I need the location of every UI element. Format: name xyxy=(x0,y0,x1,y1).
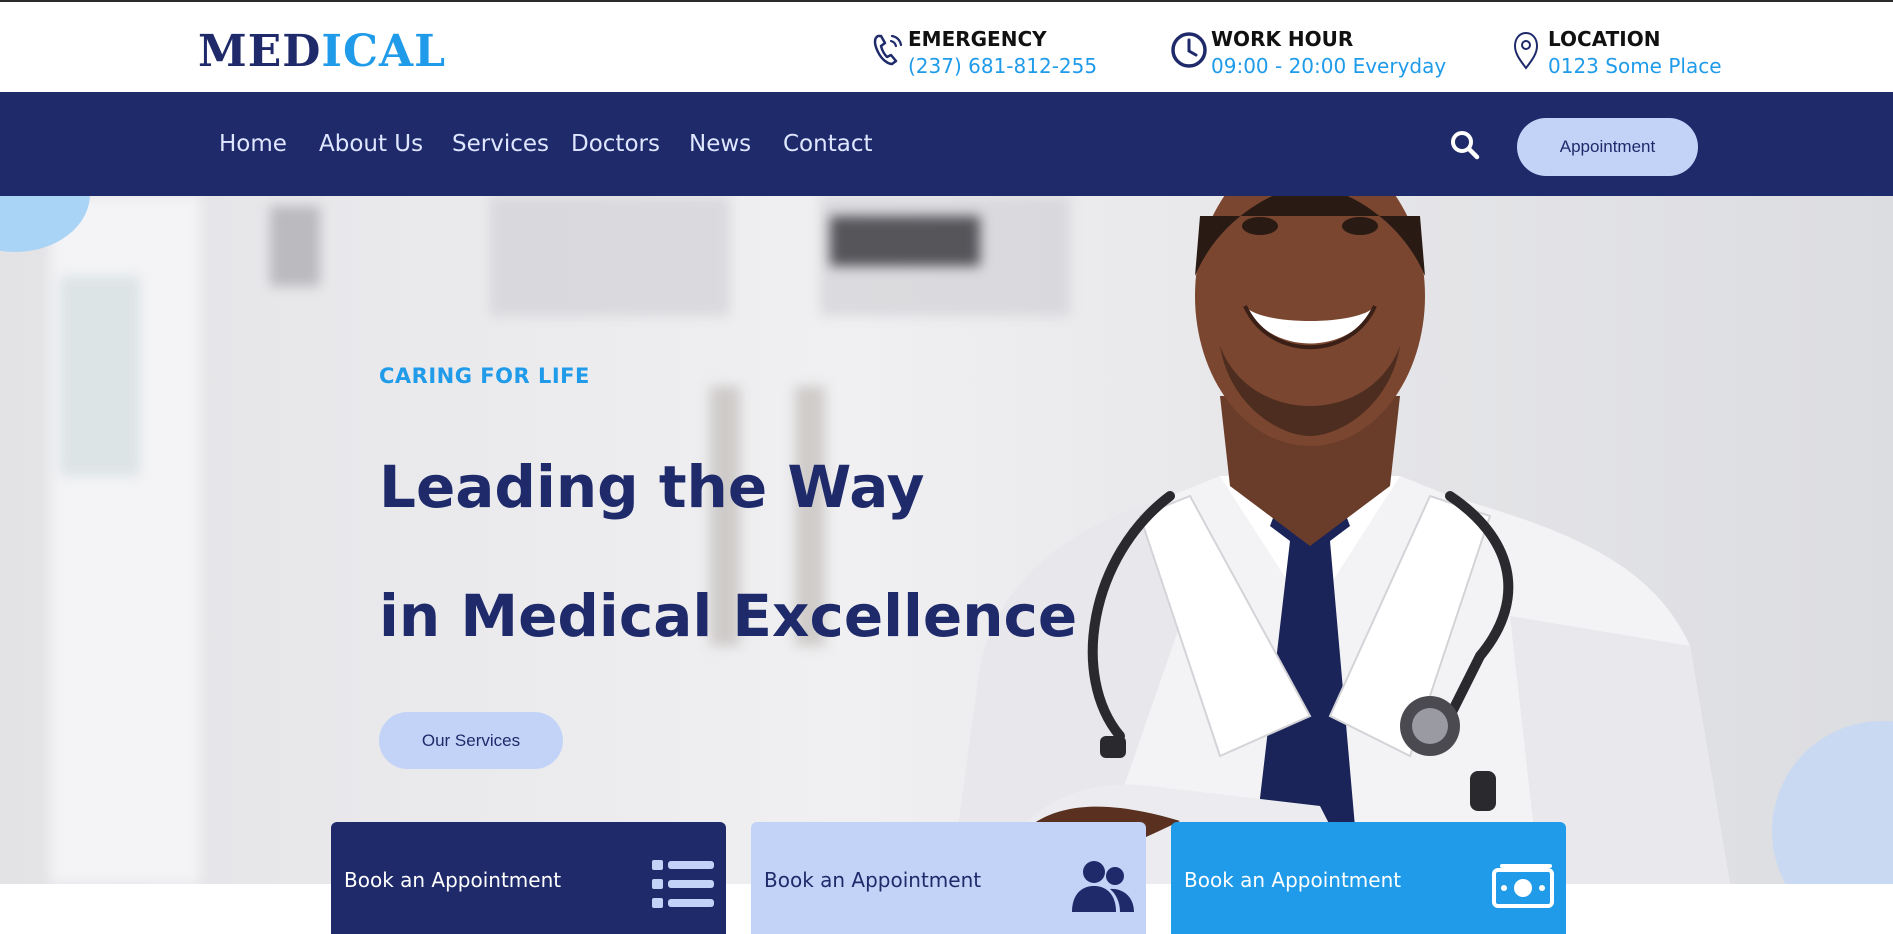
hero-headline-line1: Leading the Way xyxy=(379,453,925,521)
appointment-button[interactable]: Appointment xyxy=(1517,118,1698,176)
nav-link-about-us[interactable]: About Us xyxy=(319,130,423,158)
our-services-button[interactable]: Our Services xyxy=(379,712,563,769)
work-hour-label: WORK HOUR xyxy=(1211,27,1354,51)
feature-card-label: Book an Appointment xyxy=(764,868,982,892)
hero-eyebrow: CARING FOR LIFE xyxy=(379,364,590,388)
nav-link-contact[interactable]: Contact xyxy=(783,130,872,158)
site-logo[interactable]: MEDICAL xyxy=(198,26,446,78)
users-icon xyxy=(1072,861,1134,912)
feature-card-label: Book an Appointment xyxy=(344,868,562,892)
logo-text-part1: MED xyxy=(198,26,322,77)
location-value[interactable]: 0123 Some Place xyxy=(1548,53,1722,79)
work-hour-value: 09:00 - 20:00 Everyday xyxy=(1211,54,1447,78)
list-icon xyxy=(652,860,714,908)
decor-circle-bottom-right xyxy=(1772,721,1893,884)
top-info-bar: MEDICAL EMERGENCY (237) 681-812-255 WORK… xyxy=(0,0,1893,92)
hero-section: CARING FOR LIFE Leading the Way in Medic… xyxy=(0,196,1893,884)
nav-link-news[interactable]: News xyxy=(689,130,751,158)
doctor-photo xyxy=(950,196,1730,884)
search-icon[interactable] xyxy=(1448,128,1482,162)
feature-card-label: Book an Appointment xyxy=(1184,868,1402,892)
phone-icon xyxy=(873,34,903,66)
hero-headline-line2: in Medical Excellence xyxy=(379,582,1078,650)
hero-bg-frame xyxy=(270,206,320,286)
hero-bg-panel xyxy=(60,276,140,476)
emergency-label: EMERGENCY xyxy=(908,27,1047,51)
feature-card-book-appointment-3[interactable]: Book an Appointment xyxy=(1171,822,1566,934)
clock-icon xyxy=(1171,32,1207,68)
money-icon xyxy=(1492,864,1554,908)
feature-card-book-appointment-2[interactable]: Book an Appointment xyxy=(751,822,1146,934)
hero-bg-cabinet-left xyxy=(490,196,730,316)
nav-link-doctors[interactable]: Doctors xyxy=(571,130,660,158)
nav-link-services[interactable]: Services xyxy=(452,130,549,158)
main-navigation: Home About Us Services Doctors News Cont… xyxy=(0,92,1893,196)
emergency-phone[interactable]: (237) 681-812-255 xyxy=(908,53,1097,79)
location-pin-icon xyxy=(1513,31,1539,70)
feature-card-book-appointment-1[interactable]: Book an Appointment xyxy=(331,822,726,934)
logo-text-part2: ICAL xyxy=(321,26,447,77)
location-label: LOCATION xyxy=(1548,27,1661,51)
nav-link-home[interactable]: Home xyxy=(219,130,287,158)
